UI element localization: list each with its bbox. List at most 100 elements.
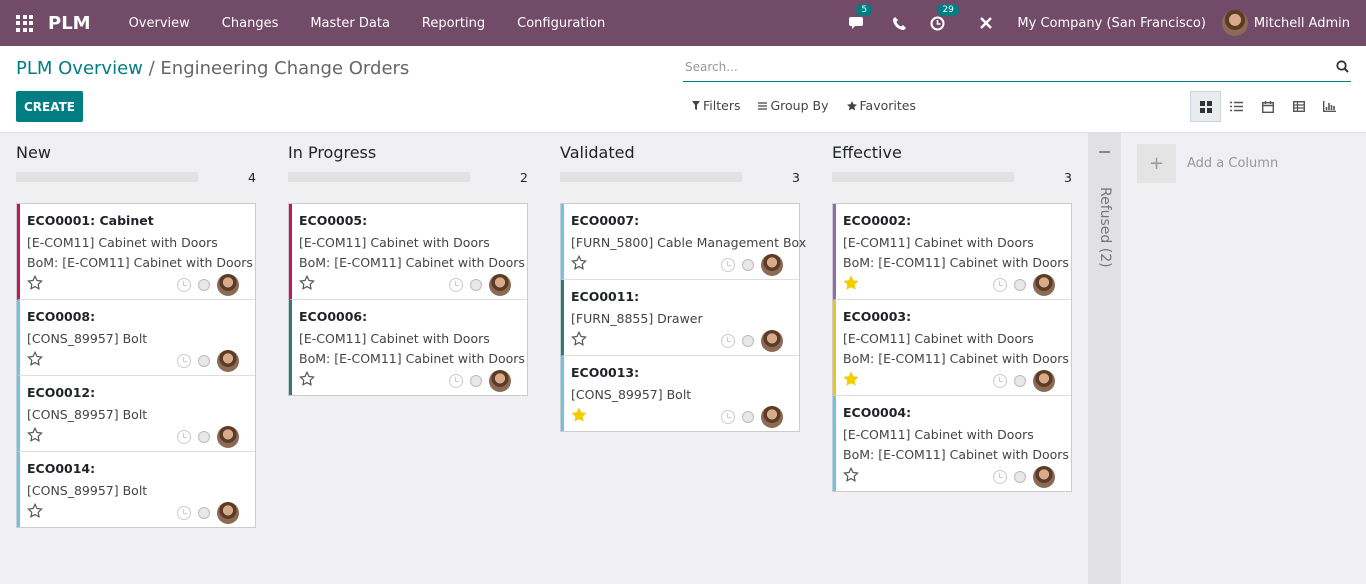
add-column-button[interactable]: + Add a Column <box>1137 144 1278 183</box>
column-title[interactable]: Effective <box>832 143 902 162</box>
messages-icon[interactable]: 5 <box>849 3 873 31</box>
apps-menu-icon[interactable] <box>16 14 33 32</box>
activity-clock-icon[interactable] <box>177 278 191 292</box>
user-menu[interactable]: Mitchell Admin <box>1221 10 1350 36</box>
column-progress-bar[interactable] <box>560 172 742 182</box>
priority-star-icon[interactable] <box>27 426 43 445</box>
kanban-card[interactable]: ECO0014: [CONS_89957] Bolt <box>17 452 255 527</box>
kanban-card[interactable]: ECO0007: [FURN_5800] Cable Management Box <box>561 204 806 280</box>
filter-icon <box>692 101 700 110</box>
menu-changes[interactable]: Changes <box>206 16 295 31</box>
card-line: [CONS_89957] Bolt <box>27 331 148 346</box>
create-button[interactable]: CREATE <box>16 91 83 122</box>
company-switcher[interactable]: My Company (San Francisco) <box>1017 16 1205 31</box>
calendar-view-icon[interactable] <box>1252 91 1283 122</box>
activity-clock-icon[interactable] <box>993 278 1007 292</box>
add-column-label: Add a Column <box>1187 156 1279 171</box>
pivot-view-icon[interactable] <box>1283 91 1314 122</box>
column-title[interactable]: Validated <box>560 143 635 162</box>
kanban-card[interactable]: ECO0005: [E-COM11] Cabinet with Doors BoM:… <box>289 204 527 300</box>
kanban-card[interactable]: ECO0011: [FURN_8855] Drawer <box>561 280 799 356</box>
assignee-avatar <box>761 330 783 352</box>
star-icon <box>846 100 857 110</box>
kanban-board: New 4 ECO0001: Cabinet [E-COM11] Cabinet wi… <box>0 133 1366 584</box>
activity-clock-icon[interactable] <box>177 430 191 444</box>
favorites-button[interactable]: Favorites <box>846 98 916 113</box>
activity-clock-icon[interactable] <box>449 278 463 292</box>
search-icon[interactable] <box>1336 60 1349 73</box>
kanban-state-dot[interactable] <box>198 431 210 443</box>
activity-clock-icon[interactable] <box>721 258 735 272</box>
kanban-card[interactable]: ECO0006: [E-COM11] Cabinet with Doors BoM:… <box>289 300 527 395</box>
kanban-state-dot[interactable] <box>1014 375 1026 387</box>
activity-clock-icon[interactable] <box>177 506 191 520</box>
phone-icon[interactable] <box>893 16 907 30</box>
card-reference: ECO0011: <box>571 289 640 304</box>
breadcrumb-root[interactable]: PLM Overview <box>16 58 143 79</box>
filters-button[interactable]: Filters <box>692 98 740 113</box>
kanban-state-dot[interactable] <box>1014 471 1026 483</box>
activity-clock-icon[interactable] <box>993 374 1007 388</box>
folded-column-refused[interactable]: Refused (2) <box>1088 133 1121 584</box>
card-reference: ECO0004: <box>843 405 912 420</box>
column-title[interactable]: New <box>16 143 51 162</box>
kanban-state-dot[interactable] <box>198 507 210 519</box>
priority-star-icon[interactable] <box>299 370 315 389</box>
card-reference: ECO0013: <box>571 365 640 380</box>
activity-clock-icon[interactable] <box>993 470 1007 484</box>
group-by-icon <box>758 101 768 110</box>
menu-configuration[interactable]: Configuration <box>501 16 621 31</box>
kanban-state-dot[interactable] <box>198 279 210 291</box>
card-list: ECO0002: [E-COM11] Cabinet with Doors BoM:… <box>832 203 1072 492</box>
kanban-card[interactable]: ECO0001: Cabinet [E-COM11] Cabinet with D… <box>17 204 255 300</box>
activity-clock-icon[interactable] <box>177 354 191 368</box>
card-list: ECO0007: [FURN_5800] Cable Management Box… <box>560 203 806 432</box>
kanban-state-dot[interactable] <box>198 355 210 367</box>
kanban-state-dot[interactable] <box>1014 279 1026 291</box>
menu-overview[interactable]: Overview <box>113 16 206 31</box>
activity-clock-icon[interactable] <box>721 334 735 348</box>
priority-star-icon[interactable] <box>27 350 43 369</box>
priority-star-icon[interactable] <box>843 466 859 485</box>
kanban-card[interactable]: ECO0012: [CONS_89957] Bolt <box>17 376 255 452</box>
kanban-card[interactable]: ECO0004: [E-COM11] Cabinet with Doors BoM:… <box>833 396 1071 491</box>
priority-star-icon[interactable] <box>843 371 859 389</box>
search-input[interactable]: Search... <box>683 56 1351 82</box>
priority-star-icon[interactable] <box>571 407 587 425</box>
priority-star-icon[interactable] <box>27 274 43 293</box>
card-line: BoM: [E-COM11] Cabinet with Doors <box>299 351 525 366</box>
kanban-state-dot[interactable] <box>742 335 754 347</box>
priority-star-icon[interactable] <box>843 275 859 293</box>
group-by-button[interactable]: Group By <box>758 98 829 113</box>
card-line: [CONS_89957] Bolt <box>27 483 148 498</box>
kanban-card[interactable]: ECO0013: [CONS_89957] Bolt <box>561 356 799 431</box>
kanban-card[interactable]: ECO0003: [E-COM11] Cabinet with Doors BoM:… <box>833 300 1071 396</box>
priority-star-icon[interactable] <box>299 274 315 293</box>
column-progress-bar[interactable] <box>288 172 470 182</box>
column-count: 2 <box>520 170 528 185</box>
graph-view-icon[interactable] <box>1314 91 1345 122</box>
unfold-icon[interactable] <box>1099 151 1110 153</box>
tools-icon[interactable] <box>979 16 993 30</box>
priority-star-icon[interactable] <box>27 502 43 521</box>
kanban-state-dot[interactable] <box>742 259 754 271</box>
list-view-icon[interactable] <box>1221 91 1252 122</box>
activities-icon[interactable]: 29 <box>930 3 959 31</box>
kanban-view-icon[interactable] <box>1190 91 1221 122</box>
kanban-state-dot[interactable] <box>470 375 482 387</box>
priority-star-icon[interactable] <box>571 330 587 349</box>
activity-clock-icon[interactable] <box>721 410 735 424</box>
kanban-card[interactable]: ECO0002: [E-COM11] Cabinet with Doors BoM:… <box>833 204 1071 300</box>
kanban-state-dot[interactable] <box>742 411 754 423</box>
menu-master-data[interactable]: Master Data <box>294 16 406 31</box>
card-line: [E-COM11] Cabinet with Doors <box>299 331 490 346</box>
kanban-card[interactable]: ECO0008: [CONS_89957] Bolt <box>17 300 255 376</box>
kanban-state-dot[interactable] <box>470 279 482 291</box>
menu-reporting[interactable]: Reporting <box>406 16 501 31</box>
column-progress-bar[interactable] <box>16 172 198 182</box>
app-brand[interactable]: PLM <box>48 13 91 34</box>
priority-star-icon[interactable] <box>571 254 587 273</box>
activity-clock-icon[interactable] <box>449 374 463 388</box>
column-progress-bar[interactable] <box>832 172 1014 182</box>
column-title[interactable]: In Progress <box>288 143 376 162</box>
